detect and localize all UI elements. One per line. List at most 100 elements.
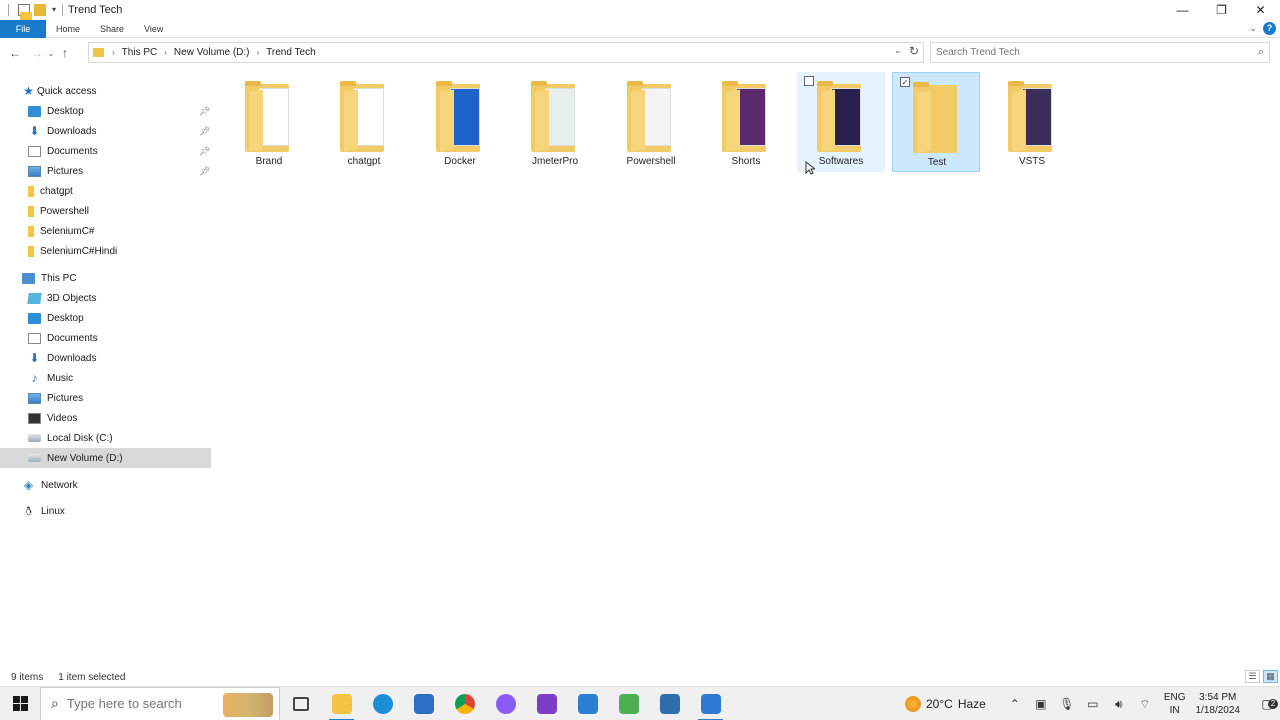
folder-tile[interactable]: VSTS	[988, 72, 1076, 172]
pin-icon[interactable]: 📌︎	[199, 146, 210, 157]
chevron-down-icon[interactable]: ⌄	[894, 46, 901, 55]
folder-tile[interactable]: ✓ Test	[892, 72, 980, 172]
folder-tile[interactable]: Powershell	[607, 72, 695, 172]
nav-pc-downloads[interactable]: ⬇ Downloads	[0, 348, 211, 368]
selection-checkbox[interactable]	[804, 76, 814, 86]
powershell-button[interactable]	[649, 687, 690, 720]
linux-penguin-icon: 🐧︎	[24, 503, 33, 518]
expand-ribbon-icon[interactable]: ⌄	[1249, 23, 1257, 34]
nav-quick-access[interactable]: ★ Quick access	[0, 81, 211, 101]
visual-studio-button[interactable]	[526, 687, 567, 720]
nav-qa-pictures[interactable]: Pictures 📌︎	[0, 161, 211, 181]
vscode-button[interactable]	[567, 687, 608, 720]
folder-tile[interactable]: Docker	[416, 72, 504, 172]
battery-icon[interactable]: ▭	[1080, 697, 1106, 711]
search-input[interactable]	[936, 47, 1236, 58]
forward-arrow-icon[interactable]: →	[28, 46, 46, 60]
pin-icon[interactable]: 📌︎	[199, 166, 210, 177]
pin-icon[interactable]: 📌︎	[199, 126, 210, 137]
remote-desktop-button[interactable]	[690, 687, 731, 720]
back-arrow-icon[interactable]: ←	[6, 46, 24, 60]
nav-pc-new-volume-d[interactable]: New Volume (D:)	[0, 448, 211, 468]
vscode-icon	[577, 693, 598, 714]
tab-view[interactable]: View	[134, 20, 173, 38]
clock[interactable]: 3:54 PM 1/18/2024	[1196, 691, 1241, 717]
breadcrumb-new-volume[interactable]: New Volume (D:)	[174, 47, 250, 58]
edge-button[interactable]	[362, 687, 403, 720]
start-button[interactable]	[0, 687, 40, 720]
documents-icon	[28, 145, 41, 157]
maximize-button[interactable]: ❐	[1202, 0, 1241, 20]
folder-icon	[28, 225, 34, 237]
nav-pc-desktop[interactable]: Desktop	[0, 308, 211, 328]
clock-date: 1/18/2024	[1195, 705, 1241, 716]
tab-file[interactable]: File	[0, 19, 46, 38]
breadcrumb-trend-tech[interactable]: Trend Tech	[266, 47, 315, 58]
nav-pc-music[interactable]: ♪ Music	[0, 368, 211, 388]
folder-tile[interactable]: JmeterPro	[511, 72, 599, 172]
minimize-button[interactable]: —	[1163, 0, 1202, 20]
microphone-icon[interactable]: 🎙︎	[1054, 697, 1080, 711]
task-view-button[interactable]	[280, 687, 321, 720]
folder-tile[interactable]: chatgpt	[320, 72, 408, 172]
nav-qa-desktop[interactable]: Desktop 📌︎	[0, 101, 211, 121]
folder-tile[interactable]: Shorts	[702, 72, 790, 172]
selection-checkbox-checked[interactable]: ✓	[900, 77, 910, 87]
tab-share[interactable]: Share	[90, 20, 134, 38]
file-explorer-button[interactable]	[321, 687, 362, 720]
up-arrow-icon[interactable]: ↑	[56, 46, 74, 60]
nav-label: Quick access	[37, 85, 97, 97]
notepad-plus-button[interactable]	[608, 687, 649, 720]
nav-qa-seleniumcsharp[interactable]: SeleniumC#	[0, 221, 211, 241]
sun-haze-icon	[905, 696, 921, 712]
meet-now-icon[interactable]: ▣	[1028, 697, 1054, 711]
search-highlight-image[interactable]	[223, 692, 273, 717]
tab-home[interactable]: Home	[46, 20, 90, 38]
large-icons-view-icon[interactable]: ▦	[1263, 670, 1278, 683]
breadcrumb-this-pc[interactable]: This PC	[122, 47, 158, 58]
nav-this-pc[interactable]: This PC	[0, 268, 211, 288]
copilot-button[interactable]	[485, 687, 526, 720]
chrome-button[interactable]	[444, 687, 485, 720]
nav-pc-videos[interactable]: Videos	[0, 408, 211, 428]
pin-icon[interactable]: 📌︎	[199, 106, 210, 117]
nav-qa-chatgpt[interactable]: chatgpt	[0, 181, 211, 201]
folder-tile[interactable]: Softwares	[797, 72, 885, 172]
mouse-cursor-icon	[805, 161, 815, 175]
help-icon[interactable]: ?	[1263, 22, 1276, 35]
chevron-up-icon[interactable]: ⌃	[1002, 697, 1028, 711]
recent-locations-icon[interactable]: ⌄	[46, 49, 56, 58]
folder-icon	[28, 205, 34, 217]
nav-pc-documents[interactable]: Documents	[0, 328, 211, 348]
nav-qa-documents[interactable]: Documents 📌︎	[0, 141, 211, 161]
wifi-icon[interactable]: ⌔	[1132, 697, 1158, 712]
search-icon[interactable]: ⌕	[1258, 46, 1264, 59]
chevron-right-icon[interactable]: ›	[256, 48, 259, 57]
chevron-right-icon[interactable]: ›	[112, 48, 115, 57]
nav-label: SeleniumC#Hindi	[40, 245, 118, 257]
notification-center-button[interactable]: ▢ 2	[1254, 697, 1280, 711]
remote-desktop-icon	[700, 693, 721, 714]
separator	[62, 4, 63, 16]
nav-network[interactable]: ◈ Network	[0, 475, 211, 495]
weather-widget[interactable]: 20°C Haze	[905, 696, 986, 712]
address-bar[interactable]: › This PC › New Volume (D:) › Trend Tech…	[88, 42, 924, 63]
nav-qa-seleniumcsharphindi[interactable]: SeleniumC#Hindi	[0, 241, 211, 261]
mail-button[interactable]	[403, 687, 444, 720]
chevron-right-icon[interactable]: ›	[164, 48, 167, 57]
new-folder-icon[interactable]	[34, 4, 46, 16]
nav-pc-3d-objects[interactable]: 3D Objects	[0, 288, 211, 308]
nav-qa-powershell[interactable]: Powershell	[0, 201, 211, 221]
refresh-icon[interactable]: ↻	[909, 44, 919, 58]
volume-icon[interactable]: 🔊︎	[1106, 697, 1132, 712]
chevron-down-icon[interactable]: ▾	[50, 4, 58, 16]
details-view-icon[interactable]: ☰	[1245, 670, 1260, 683]
folder-tile[interactable]: Brand	[225, 72, 313, 172]
nav-pc-local-disk-c[interactable]: Local Disk (C:)	[0, 428, 211, 448]
close-button[interactable]: ✕	[1241, 0, 1280, 20]
nav-pc-pictures[interactable]: Pictures	[0, 388, 211, 408]
taskbar-search-input[interactable]	[66, 696, 207, 711]
nav-linux[interactable]: 🐧︎ Linux	[0, 501, 211, 521]
language-indicator[interactable]: ENG IN	[1164, 691, 1186, 717]
nav-qa-downloads[interactable]: ⬇ Downloads 📌︎	[0, 121, 211, 141]
